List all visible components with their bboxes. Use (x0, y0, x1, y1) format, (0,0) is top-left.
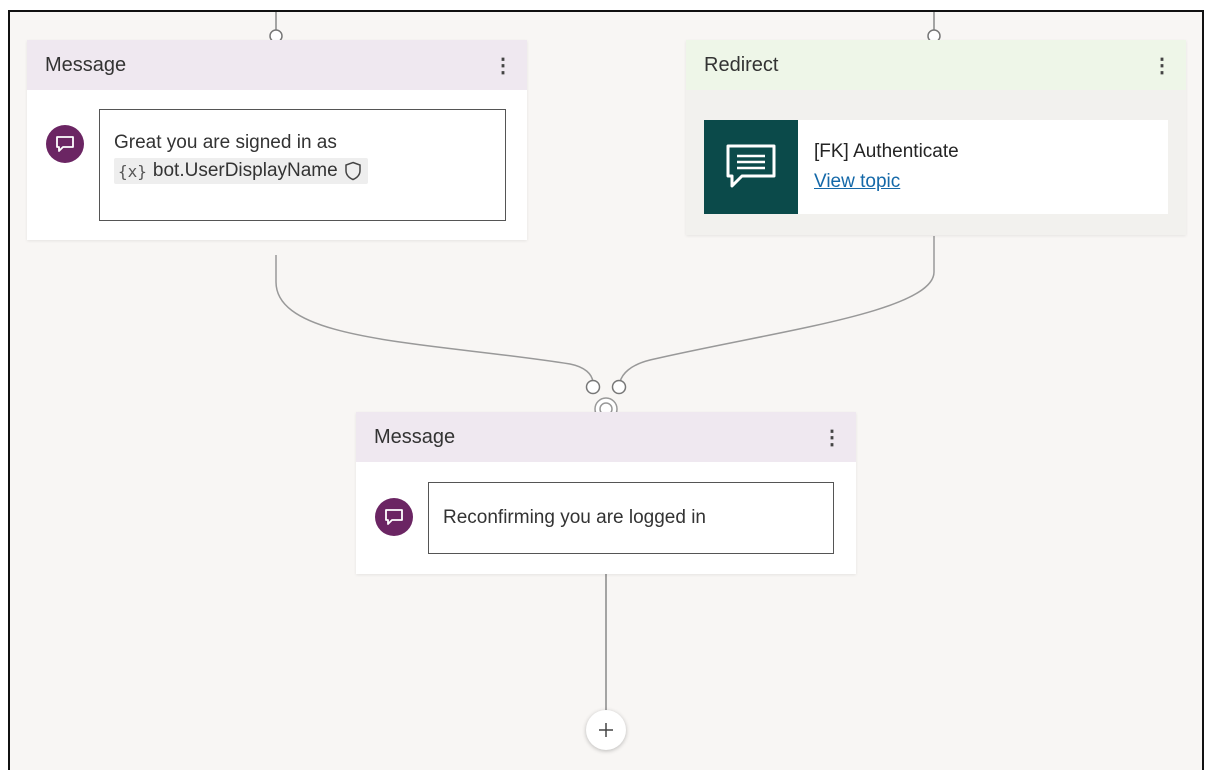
redirect-node-header[interactable]: Redirect ⋮ (686, 40, 1186, 90)
redirect-node[interactable]: Redirect ⋮ [FK] Authenticate View topic (686, 40, 1186, 235)
merge-port-right (611, 379, 627, 395)
message-node-2-header[interactable]: Message ⋮ (356, 412, 856, 462)
variable-name: bot.UserDisplayName (152, 160, 338, 181)
message-node-1-title: Message (45, 53, 127, 76)
message-text-2: Reconfirming you are logged in (443, 507, 706, 528)
message-node-2-title: Message (374, 425, 456, 448)
add-node-button[interactable] (586, 710, 626, 750)
view-topic-link[interactable]: View topic (814, 167, 959, 197)
more-vertical-icon[interactable]: ⋮ (822, 425, 842, 450)
plus-icon (599, 723, 613, 737)
redirect-node-title: Redirect (704, 53, 779, 76)
message-text-box-1[interactable]: Great you are signed in as {x} bot.UserD… (99, 109, 506, 221)
message-text-box-2[interactable]: Reconfirming you are logged in (428, 482, 834, 554)
chat-bubble-icon (46, 125, 84, 163)
message-text-1: Great you are signed in as (114, 132, 337, 153)
topic-name: [FK] Authenticate (814, 141, 959, 162)
connector-left-curve (275, 255, 594, 383)
variable-chip[interactable]: {x} bot.UserDisplayName (114, 158, 368, 184)
merge-port-left (585, 379, 601, 395)
shield-icon (344, 161, 361, 181)
topic-card[interactable]: [FK] Authenticate View topic (704, 120, 1168, 214)
variable-icon: {x} (118, 161, 147, 181)
message-node-1-header[interactable]: Message ⋮ (27, 40, 527, 90)
chat-bubble-icon (375, 498, 413, 536)
connector-right-curve (619, 236, 935, 383)
topic-chat-icon (704, 120, 798, 214)
more-vertical-icon[interactable]: ⋮ (493, 53, 513, 78)
authoring-canvas[interactable]: Message ⋮ Great you are signed in as {x}… (8, 10, 1204, 770)
more-vertical-icon[interactable]: ⋮ (1152, 53, 1172, 78)
message-node-1[interactable]: Message ⋮ Great you are signed in as {x}… (27, 40, 527, 240)
message-node-2[interactable]: Message ⋮ Reconfirming you are logged in (356, 412, 856, 574)
